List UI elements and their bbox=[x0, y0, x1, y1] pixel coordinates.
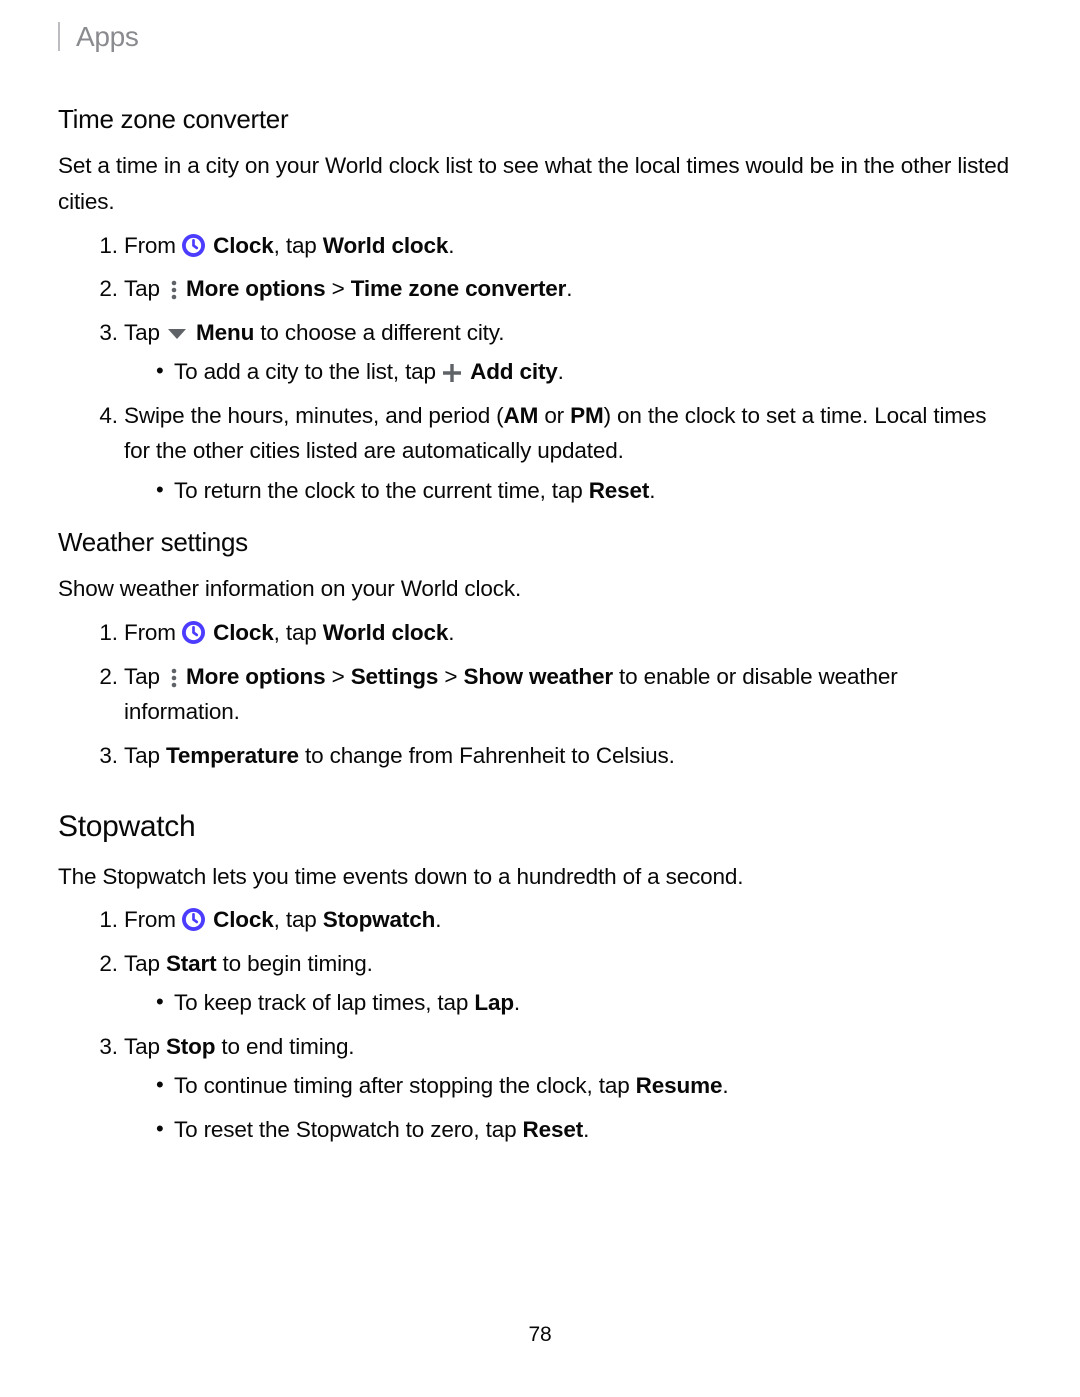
text: . bbox=[566, 276, 572, 301]
step: Tap More options > Settings > Show weath… bbox=[124, 659, 1010, 730]
more-options-icon bbox=[169, 664, 179, 686]
text: Tap bbox=[124, 1034, 166, 1059]
step: Tap More options > Time zone converter. bbox=[124, 271, 1010, 307]
text: . bbox=[583, 1117, 589, 1142]
substeps: To continue timing after stopping the cl… bbox=[124, 1068, 1010, 1147]
steps-weather: From Clock, tap World clock. Tap More op… bbox=[58, 615, 1010, 773]
pm-label: PM bbox=[570, 403, 603, 428]
add-icon bbox=[442, 358, 462, 378]
text: > bbox=[438, 664, 463, 689]
more-options-label: More options bbox=[186, 664, 325, 689]
add-city-label: Add city bbox=[470, 359, 558, 384]
step: From Clock, tap World clock. bbox=[124, 615, 1010, 651]
text: > bbox=[326, 276, 351, 301]
settings-label: Settings bbox=[351, 664, 439, 689]
temperature-label: Temperature bbox=[166, 743, 299, 768]
step: Tap Temperature to change from Fahrenhei… bbox=[124, 738, 1010, 774]
substeps: To keep track of lap times, tap Lap. bbox=[124, 985, 1010, 1021]
world-clock-label: World clock bbox=[323, 620, 448, 645]
clock-icon bbox=[182, 619, 205, 642]
text: > bbox=[326, 664, 351, 689]
heading-timezone-converter: Time zone converter bbox=[58, 99, 1010, 140]
text: To return the clock to the current time,… bbox=[174, 478, 589, 503]
text: to begin timing. bbox=[216, 951, 372, 976]
substep: To keep track of lap times, tap Lap. bbox=[156, 985, 1010, 1021]
clock-icon bbox=[182, 906, 205, 929]
text: . bbox=[448, 620, 454, 645]
clock-label: Clock bbox=[213, 907, 274, 932]
reset-label: Reset bbox=[523, 1117, 584, 1142]
text: Swipe the hours, minutes, and period ( bbox=[124, 403, 504, 428]
text: To reset the Stopwatch to zero, tap bbox=[174, 1117, 523, 1142]
text: To keep track of lap times, tap bbox=[174, 990, 474, 1015]
substep: To reset the Stopwatch to zero, tap Rese… bbox=[156, 1112, 1010, 1148]
text: . bbox=[514, 990, 520, 1015]
text: Tap bbox=[124, 664, 166, 689]
more-options-label: More options bbox=[186, 276, 325, 301]
show-weather-label: Show weather bbox=[463, 664, 612, 689]
breadcrumb: Apps bbox=[58, 22, 1010, 51]
text: , tap bbox=[274, 620, 323, 645]
start-label: Start bbox=[166, 951, 217, 976]
text: . bbox=[558, 359, 564, 384]
heading-weather-settings: Weather settings bbox=[58, 522, 1010, 563]
text: From bbox=[124, 620, 182, 645]
step: Tap Menu to choose a different city. To … bbox=[124, 315, 1010, 390]
text: To add a city to the list, tap bbox=[174, 359, 442, 384]
clock-label: Clock bbox=[213, 620, 274, 645]
text: To continue timing after stopping the cl… bbox=[174, 1073, 636, 1098]
step: Tap Start to begin timing. To keep track… bbox=[124, 946, 1010, 1021]
text: Tap bbox=[124, 276, 166, 301]
stop-label: Stop bbox=[166, 1034, 215, 1059]
menu-caret-icon bbox=[166, 316, 188, 330]
text: . bbox=[435, 907, 441, 932]
intro-stopwatch: The Stopwatch lets you time events down … bbox=[58, 859, 1010, 895]
stopwatch-label: Stopwatch bbox=[323, 907, 435, 932]
text: to change from Fahrenheit to Celsius. bbox=[299, 743, 675, 768]
am-label: AM bbox=[504, 403, 539, 428]
text: to choose a different city. bbox=[254, 320, 504, 345]
text: to end timing. bbox=[215, 1034, 354, 1059]
steps-timezone: From Clock, tap World clock. Tap More op… bbox=[58, 228, 1010, 509]
step: Tap Stop to end timing. To continue timi… bbox=[124, 1029, 1010, 1148]
world-clock-label: World clock bbox=[323, 233, 448, 258]
menu-label: Menu bbox=[196, 320, 254, 345]
substep: To continue timing after stopping the cl… bbox=[156, 1068, 1010, 1104]
lap-label: Lap bbox=[474, 990, 514, 1015]
text: , tap bbox=[274, 907, 323, 932]
more-options-icon bbox=[169, 276, 179, 298]
text: Tap bbox=[124, 320, 166, 345]
substep: To return the clock to the current time,… bbox=[156, 473, 1010, 509]
heading-stopwatch: Stopwatch bbox=[58, 803, 1010, 850]
text: . bbox=[722, 1073, 728, 1098]
timezone-converter-label: Time zone converter bbox=[351, 276, 567, 301]
text: From bbox=[124, 907, 182, 932]
substeps: To return the clock to the current time,… bbox=[124, 473, 1010, 509]
text: . bbox=[448, 233, 454, 258]
intro-weather: Show weather information on your World c… bbox=[58, 571, 1010, 607]
substep: To add a city to the list, tap Add city. bbox=[156, 354, 1010, 390]
steps-stopwatch: From Clock, tap Stopwatch. Tap Start to … bbox=[58, 902, 1010, 1147]
text: . bbox=[649, 478, 655, 503]
text: From bbox=[124, 233, 182, 258]
substeps: To add a city to the list, tap Add city. bbox=[124, 354, 1010, 390]
clock-label: Clock bbox=[213, 233, 274, 258]
text: , tap bbox=[274, 233, 323, 258]
clock-icon bbox=[182, 232, 205, 255]
text: Tap bbox=[124, 951, 166, 976]
intro-timezone: Set a time in a city on your World clock… bbox=[58, 148, 1010, 219]
text: Tap bbox=[124, 743, 166, 768]
page-number: 78 bbox=[0, 1318, 1080, 1351]
step: From Clock, tap Stopwatch. bbox=[124, 902, 1010, 938]
text: or bbox=[538, 403, 570, 428]
step: From Clock, tap World clock. bbox=[124, 228, 1010, 264]
resume-label: Resume bbox=[636, 1073, 723, 1098]
step: Swipe the hours, minutes, and period (AM… bbox=[124, 398, 1010, 509]
reset-label: Reset bbox=[589, 478, 650, 503]
